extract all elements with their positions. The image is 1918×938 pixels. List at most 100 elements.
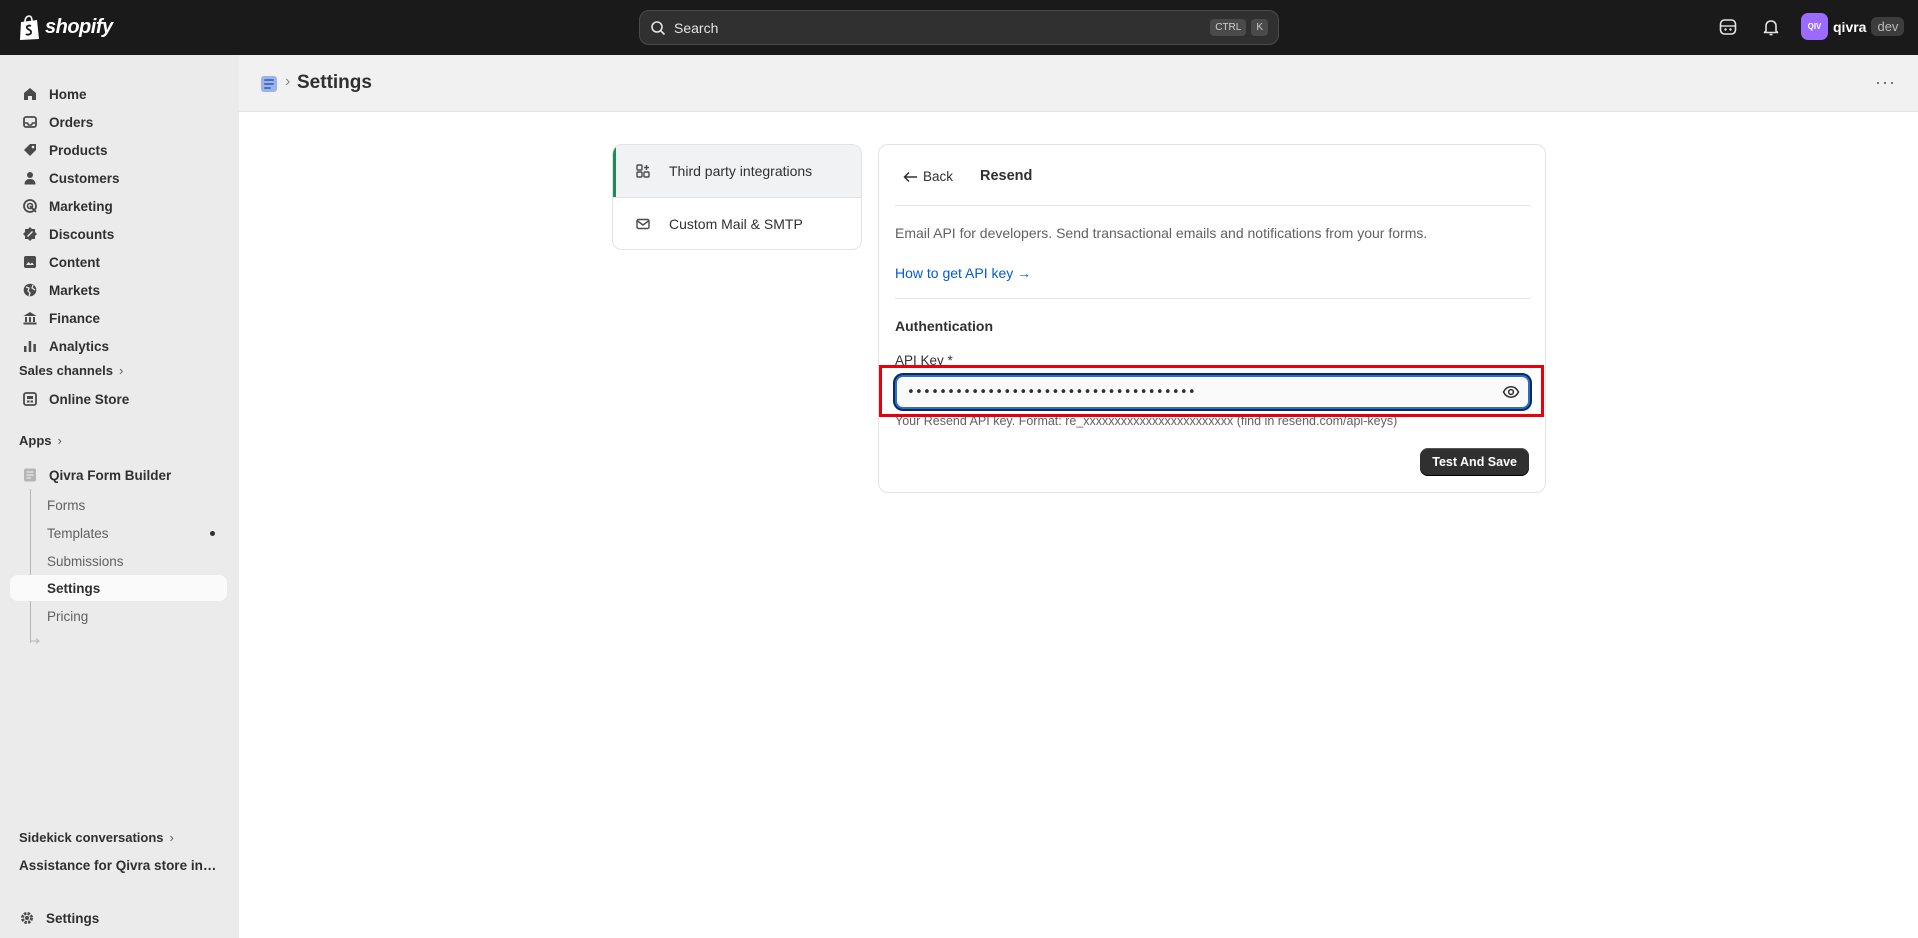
avatar: QIV xyxy=(1801,13,1828,40)
store-icon xyxy=(23,392,37,406)
sidebar-item-label: Customers xyxy=(49,170,120,186)
shortcut-k: K xyxy=(1251,19,1268,36)
chevron-right-icon: › xyxy=(169,830,174,845)
apps-icon xyxy=(636,164,650,178)
search-placeholder: Search xyxy=(674,19,719,36)
chevron-right-icon: › xyxy=(57,433,62,448)
arrow-left-icon xyxy=(903,171,917,182)
discount-icon xyxy=(23,227,37,241)
sidebar-item-label: Marketing xyxy=(49,198,113,214)
top-bar: shopify Search CTRL K QIV qivra dev xyxy=(0,0,1918,55)
sidebar-subitem-label: Settings xyxy=(47,580,101,596)
settings-tabs: Third party integrations Custom Mail & S… xyxy=(612,144,862,250)
account-menu[interactable]: QIV qivra dev xyxy=(1801,13,1905,40)
globe-icon xyxy=(23,283,37,297)
sidebar-item-discounts[interactable]: Discounts xyxy=(10,221,227,247)
chevron-right-icon: › xyxy=(118,363,124,378)
tab-custom-mail-smtp[interactable]: Custom Mail & SMTP xyxy=(613,198,861,249)
tab-third-party-integrations[interactable]: Third party integrations xyxy=(613,145,861,197)
sidebar-subitem-settings[interactable]: Settings xyxy=(10,575,227,601)
tag-icon xyxy=(24,144,36,156)
sidebar-subitem-pricing[interactable]: Pricing xyxy=(10,603,227,629)
sidebar-item-label: Settings xyxy=(46,910,100,926)
mail-icon xyxy=(636,218,650,230)
sidebar-item-markets[interactable]: Markets xyxy=(10,277,227,303)
brand-name: shopify xyxy=(45,16,113,38)
bar-chart-icon xyxy=(24,341,36,352)
section-heading: Authentication xyxy=(895,318,993,334)
sidekick-conversations-label: Sidekick conversations xyxy=(19,830,164,845)
sidebar-item-label: Online Store xyxy=(49,391,130,407)
account-tag: dev xyxy=(1871,17,1905,36)
person-icon xyxy=(24,172,36,185)
page-header: › Settings ··· xyxy=(239,55,1918,112)
apps-label: Apps xyxy=(19,433,52,448)
sidebar-item-marketing[interactable]: Marketing xyxy=(10,193,227,219)
apps-header[interactable]: Apps › xyxy=(19,433,62,448)
integration-card: Back Resend Email API for developers. Se… xyxy=(878,144,1546,493)
app-icon[interactable] xyxy=(259,74,279,94)
divider xyxy=(895,205,1530,206)
tab-label: Custom Mail & SMTP xyxy=(669,216,803,232)
page-title: Settings xyxy=(297,72,372,93)
sidebar-item-label: Discounts xyxy=(49,226,115,242)
sidebar-item-label: Orders xyxy=(49,114,94,130)
sidekick-conversations-header[interactable]: Sidekick conversations › xyxy=(19,830,174,845)
sidebar: Home Orders Products Customers Marketing… xyxy=(0,55,239,938)
target-icon xyxy=(23,199,37,213)
sidebar-item-label: Finance xyxy=(49,310,101,326)
more-actions-icon[interactable]: ··· xyxy=(1875,73,1896,91)
sidebar-item-home[interactable]: Home xyxy=(10,81,227,107)
sidebar-item-customers[interactable]: Customers xyxy=(10,165,227,191)
sidebar-item-content[interactable]: Content xyxy=(10,249,227,275)
back-label: Back xyxy=(923,169,954,184)
focus-highlight-box xyxy=(879,365,1544,417)
sidebar-subitem-submissions[interactable]: Submissions xyxy=(10,548,227,574)
shopify-logo[interactable]: shopify xyxy=(18,14,113,41)
tree-connector-icon xyxy=(30,635,40,644)
sidebar-item-label: Analytics xyxy=(49,338,110,354)
integration-description: Email API for developers. Send transacti… xyxy=(895,225,1428,241)
sidebar-subitem-forms[interactable]: Forms xyxy=(10,492,227,518)
shortcut-ctrl: CTRL xyxy=(1210,19,1247,36)
test-and-save-button[interactable]: Test And Save xyxy=(1420,448,1529,476)
sidebar-subitem-label: Pricing xyxy=(47,608,89,624)
content-icon xyxy=(24,256,36,268)
sidebar-subitem-label: Submissions xyxy=(47,553,124,569)
breadcrumb-chevron-icon: › xyxy=(285,73,291,90)
search-bar[interactable]: Search CTRL K xyxy=(639,10,1279,45)
sidebar-item-analytics[interactable]: Analytics xyxy=(10,333,227,359)
shopify-bag-icon xyxy=(20,14,39,40)
inbox-icon xyxy=(23,116,37,128)
bell-icon[interactable] xyxy=(1761,17,1781,37)
bank-icon xyxy=(23,312,37,325)
integration-title: Resend xyxy=(980,168,1033,184)
gear-icon xyxy=(21,912,33,924)
sidebar-item-online-store[interactable]: Online Store xyxy=(10,386,227,412)
back-button[interactable]: Back xyxy=(903,169,953,184)
sidebar-item-qivra-form-builder[interactable]: Qivra Form Builder xyxy=(10,462,227,488)
sales-channels-header[interactable]: Sales channels › xyxy=(19,363,123,378)
sidebar-item-label: Markets xyxy=(49,282,101,298)
sidekick-icon[interactable] xyxy=(1718,17,1738,37)
divider xyxy=(895,298,1530,299)
sidebar-item-settings[interactable]: Settings xyxy=(10,905,227,931)
sidebar-subitem-label: Templates xyxy=(47,525,109,541)
api-key-help-link[interactable]: How to get API key → xyxy=(895,265,1031,281)
app-icon xyxy=(24,468,36,482)
sales-channels-label: Sales channels xyxy=(19,363,113,378)
sidebar-item-finance[interactable]: Finance xyxy=(10,305,227,331)
sidebar-item-label: Home xyxy=(49,86,87,102)
home-icon xyxy=(24,88,36,100)
sidebar-item-orders[interactable]: Orders xyxy=(10,109,227,135)
sidebar-item-label: Content xyxy=(49,254,100,270)
sidekick-conversation-item[interactable]: Assistance for Qivra store inquiries xyxy=(19,858,224,873)
search-icon xyxy=(651,20,666,35)
sidebar-item-products[interactable]: Products xyxy=(10,137,227,163)
tab-label: Third party integrations xyxy=(669,163,813,179)
sidebar-subitem-templates[interactable]: Templates xyxy=(10,520,227,546)
sidebar-item-label: Products xyxy=(49,142,108,158)
sidebar-item-label: Qivra Form Builder xyxy=(49,467,172,483)
sidebar-subitem-label: Forms xyxy=(47,497,86,513)
account-name: qivra xyxy=(1833,18,1867,35)
